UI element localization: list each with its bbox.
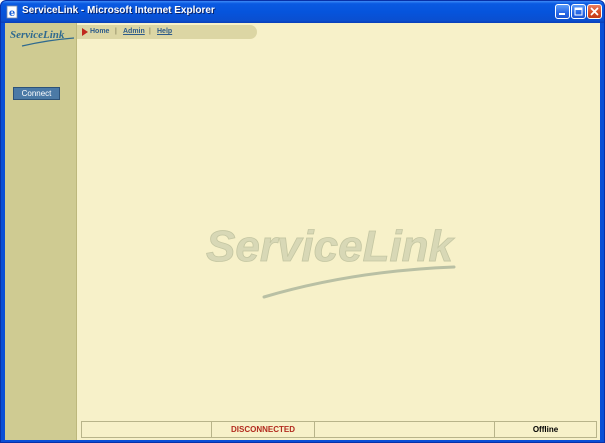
nav-home-link[interactable]: Home (90, 26, 109, 38)
status-bar: DISCONNECTED Offline (81, 421, 597, 438)
online-status: Offline (532, 425, 559, 434)
connect-button[interactable]: Connect (13, 87, 60, 100)
status-cell-empty (82, 422, 212, 437)
triangle-right-icon (82, 28, 88, 36)
page-content: ServiceLink Connect Home | Admin | Help … (5, 23, 600, 440)
nav-help-link[interactable]: Help (157, 26, 172, 38)
close-icon (590, 7, 599, 16)
ie-page-icon: e (6, 5, 18, 19)
maximize-icon (574, 7, 583, 16)
status-cell-empty (315, 422, 495, 437)
nav-separator: | (149, 28, 151, 35)
browser-window: e ServiceLink - Microsoft Internet Explo… (0, 0, 605, 443)
servicelink-watermark-logo: ServiceLink (206, 222, 456, 299)
connection-status: DISCONNECTED (212, 422, 315, 437)
svg-text:ServiceLink: ServiceLink (206, 222, 456, 271)
nav-admin-link[interactable]: Admin (123, 26, 145, 38)
servicelink-logo[interactable]: ServiceLink (8, 26, 76, 48)
minimize-button[interactable] (555, 4, 570, 19)
nav-separator: | (115, 28, 117, 35)
main-panel: ServiceLink (78, 39, 600, 419)
window-title: ServiceLink - Microsoft Internet Explore… (22, 5, 215, 16)
top-navigation: Home | Admin | Help (77, 25, 257, 39)
title-bar[interactable]: e ServiceLink - Microsoft Internet Explo… (1, 1, 604, 23)
left-sidebar: ServiceLink Connect (5, 23, 77, 440)
minimize-icon (559, 13, 565, 15)
svg-text:e: e (9, 8, 15, 19)
maximize-button[interactable] (571, 4, 586, 19)
close-button[interactable] (587, 4, 602, 19)
